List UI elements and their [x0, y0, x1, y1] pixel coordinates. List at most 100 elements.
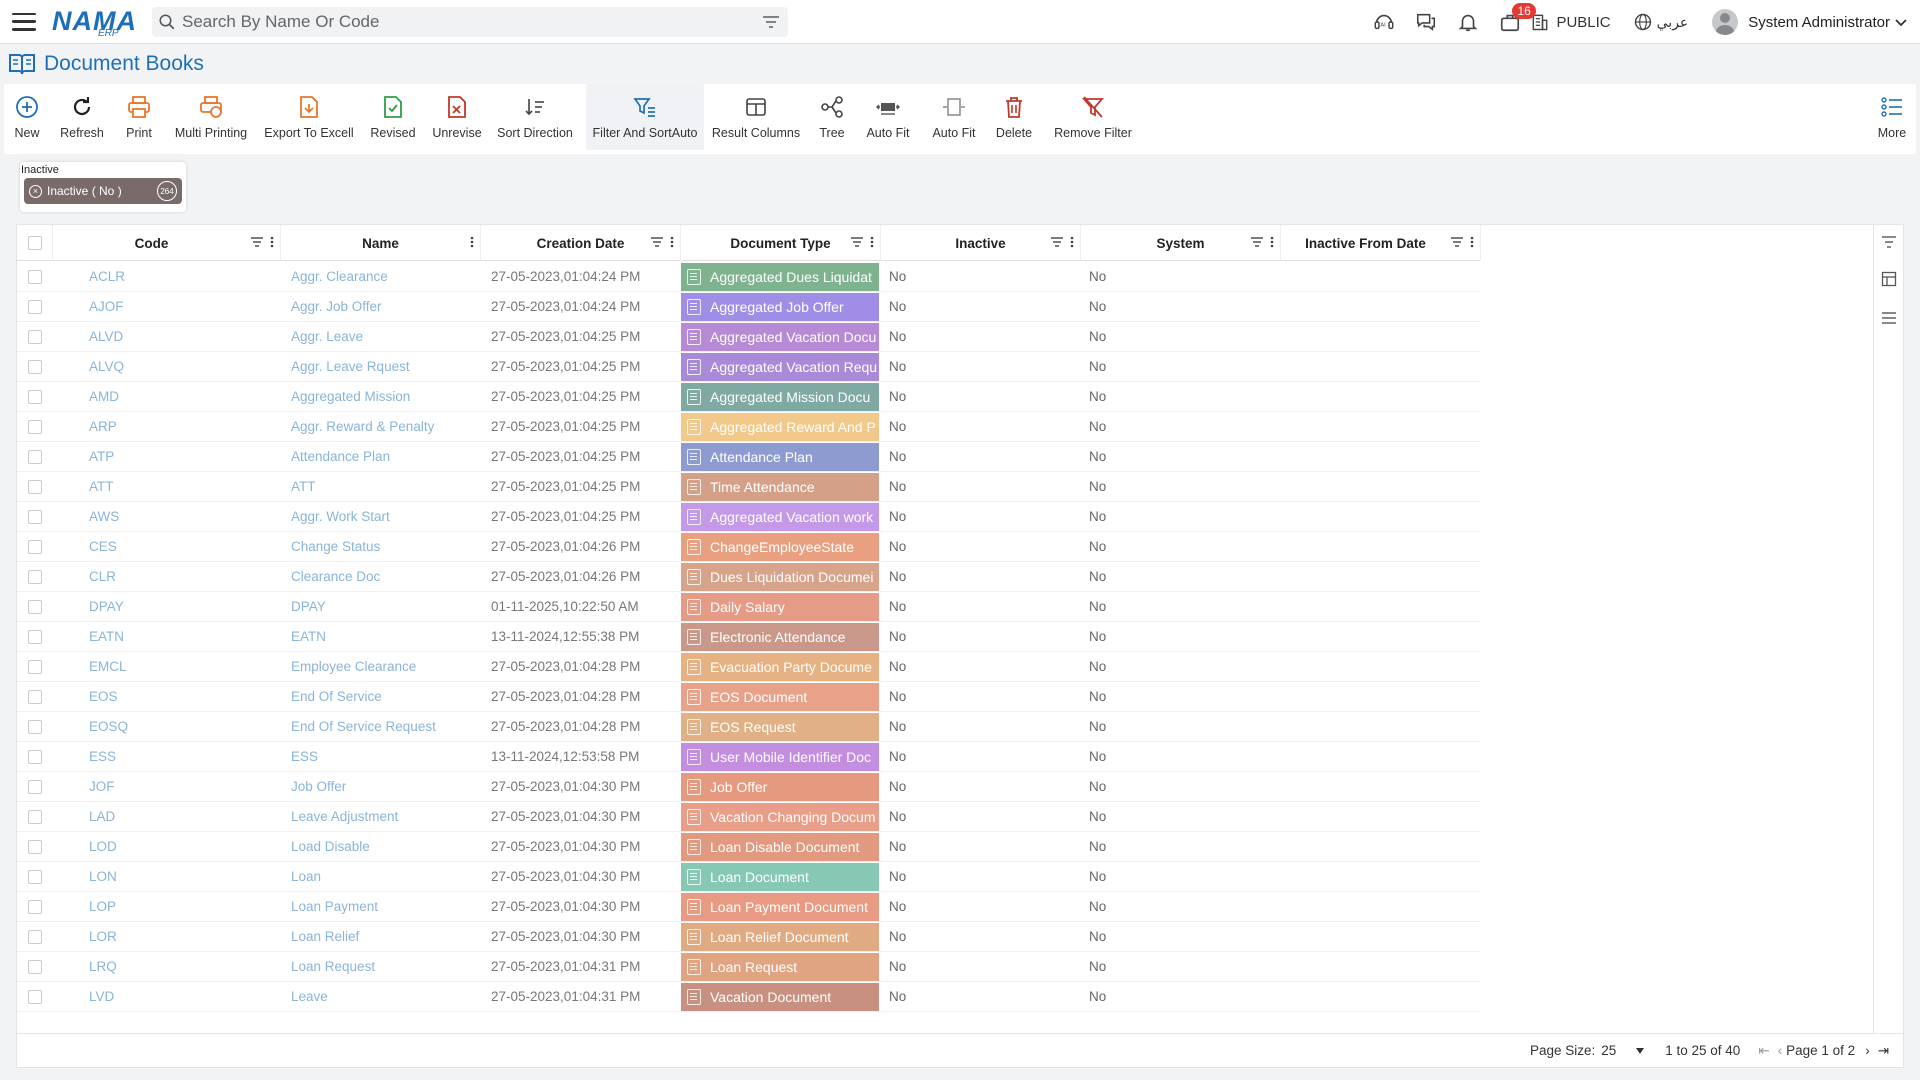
table-row[interactable]: EOSQ End Of Service Request 27-05-2023,01:…	[17, 712, 1481, 742]
row-checkbox[interactable]	[28, 329, 42, 344]
code-cell[interactable]: JOF	[53, 772, 281, 802]
code-cell[interactable]: EOSQ	[53, 712, 281, 742]
column-filter-icon[interactable]	[850, 236, 864, 248]
row-checkbox[interactable]	[28, 359, 42, 374]
row-checkbox[interactable]	[28, 719, 42, 734]
document-type-cell[interactable]: Loan Request	[681, 952, 881, 982]
document-type-cell[interactable]: Evacuation Party Docume	[681, 652, 881, 682]
row-checkbox[interactable]	[28, 749, 42, 764]
row-checkbox[interactable]	[28, 509, 42, 524]
row-checkbox[interactable]	[28, 539, 42, 554]
more-button[interactable]: More	[1872, 84, 1912, 150]
table-row[interactable]: LOP Loan Payment 27-05-2023,01:04:30 PM Loa…	[17, 892, 1481, 922]
last-page-icon[interactable]: ⇥	[1878, 1043, 1889, 1059]
code-cell[interactable]: ACLR	[53, 262, 281, 292]
code-cell[interactable]: LOR	[53, 922, 281, 952]
code-cell[interactable]: AJOF	[53, 292, 281, 322]
name-cell[interactable]: Attendance Plan	[281, 442, 481, 472]
search-input[interactable]	[182, 11, 742, 32]
code-cell[interactable]: ATT	[53, 472, 281, 502]
name-cell[interactable]: Job Offer	[281, 772, 481, 802]
table-row[interactable]: ALVQ Aggr. Leave Rquest 27-05-2023,01:04:2…	[17, 352, 1481, 382]
document-type-cell[interactable]: Aggregated Job Offer	[681, 292, 881, 322]
table-row[interactable]: AWS Aggr. Work Start 27-05-2023,01:04:25 P…	[17, 502, 1481, 532]
row-checkbox[interactable]	[28, 989, 42, 1004]
document-type-cell[interactable]: Vacation Changing Docum	[681, 802, 881, 832]
document-type-cell[interactable]: Aggregated Vacation Requ	[681, 352, 881, 382]
table-row[interactable]: EOS End Of Service 27-05-2023,01:04:28 PM E…	[17, 682, 1481, 712]
code-cell[interactable]: EMCL	[53, 652, 281, 682]
document-type-cell[interactable]: EOS Document	[681, 682, 881, 712]
ai-assistant-icon[interactable]: AI	[1370, 8, 1398, 36]
nama-erp-logo[interactable]: NAMA ERP	[52, 5, 136, 39]
table-row[interactable]: LRQ Loan Request 27-05-2023,01:04:31 PM Loa…	[17, 952, 1481, 982]
table-row[interactable]: DPAY DPAY 01-11-2025,10:22:50 AM Daily Sala…	[17, 592, 1481, 622]
name-cell[interactable]: Aggr. Work Start	[281, 502, 481, 532]
filter-and-sort-button[interactable]: Filter And SortAuto	[586, 84, 704, 150]
column-menu-icon[interactable]	[870, 236, 874, 248]
table-row[interactable]: CES Change Status 27-05-2023,01:04:26 PM Ch…	[17, 532, 1481, 562]
document-type-cell[interactable]: Job Offer	[681, 772, 881, 802]
column-menu-icon[interactable]	[1470, 236, 1474, 248]
column-header-system[interactable]: System	[1081, 225, 1281, 261]
code-cell[interactable]: ESS	[53, 742, 281, 772]
column-header-document-type[interactable]: Document Type	[681, 225, 881, 261]
row-checkbox[interactable]	[28, 299, 42, 314]
column-menu-icon[interactable]	[1270, 236, 1274, 248]
row-checkbox[interactable]	[28, 899, 42, 914]
table-row[interactable]: JOF Job Offer 27-05-2023,01:04:30 PM Job Of…	[17, 772, 1481, 802]
name-cell[interactable]: End Of Service	[281, 682, 481, 712]
new-button[interactable]: New	[6, 84, 48, 150]
document-type-cell[interactable]: Loan Relief Document	[681, 922, 881, 952]
name-cell[interactable]: Leave	[281, 982, 481, 1012]
table-row[interactable]: LOR Loan Relief 27-05-2023,01:04:30 PM Loan…	[17, 922, 1481, 952]
name-cell[interactable]: Load Disable	[281, 832, 481, 862]
refresh-button[interactable]: Refresh	[54, 84, 110, 150]
print-button[interactable]: Print	[118, 84, 160, 150]
code-cell[interactable]: CES	[53, 532, 281, 562]
name-cell[interactable]: Employee Clearance	[281, 652, 481, 682]
name-cell[interactable]: EATN	[281, 622, 481, 652]
document-type-cell[interactable]: User Mobile Identifier Doc	[681, 742, 881, 772]
name-cell[interactable]: Aggr. Leave	[281, 322, 481, 352]
name-cell[interactable]: Aggr. Leave Rquest	[281, 352, 481, 382]
table-row[interactable]: ESS ESS 13-11-2024,12:53:58 PM User Mobile …	[17, 742, 1481, 772]
document-type-cell[interactable]: Loan Document	[681, 862, 881, 892]
first-page-icon[interactable]: ⇤	[1758, 1043, 1769, 1059]
code-cell[interactable]: ARP	[53, 412, 281, 442]
table-row[interactable]: ALVD Aggr. Leave 27-05-2023,01:04:25 PM Agg…	[17, 322, 1481, 352]
table-row[interactable]: ACLR Aggr. Clearance 27-05-2023,01:04:24 P…	[17, 262, 1481, 292]
code-cell[interactable]: LVD	[53, 982, 281, 1012]
name-cell[interactable]: Leave Adjustment	[281, 802, 481, 832]
code-cell[interactable]: LOP	[53, 892, 281, 922]
next-page-icon[interactable]: ›	[1865, 1043, 1870, 1058]
remove-chip-icon[interactable]: ×	[29, 184, 42, 198]
code-cell[interactable]: DPAY	[53, 592, 281, 622]
document-type-cell[interactable]: EOS Request	[681, 712, 881, 742]
table-row[interactable]: CLR Clearance Doc 27-05-2023,01:04:26 PM Du…	[17, 562, 1481, 592]
document-type-cell[interactable]: Time Attendance	[681, 472, 881, 502]
user-menu[interactable]: System Administrator	[1712, 9, 1908, 35]
table-row[interactable]: LAD Leave Adjustment 27-05-2023,01:04:30 P…	[17, 802, 1481, 832]
document-type-cell[interactable]: ChangeEmployeeState	[681, 532, 881, 562]
row-checkbox[interactable]	[28, 389, 42, 404]
filter-chip-inactive[interactable]: × Inactive ( No ) 264	[24, 178, 182, 204]
name-cell[interactable]: ATT	[281, 472, 481, 502]
page-size-select[interactable]: 25	[1601, 1043, 1645, 1058]
code-cell[interactable]: AWS	[53, 502, 281, 532]
name-cell[interactable]: Loan Payment	[281, 892, 481, 922]
document-type-cell[interactable]: Aggregated Vacation work	[681, 502, 881, 532]
document-type-cell[interactable]: Loan Payment Document	[681, 892, 881, 922]
revised-button[interactable]: Revised	[368, 84, 418, 150]
table-row[interactable]: ARP Aggr. Reward & Penalty 27-05-2023,01:0…	[17, 412, 1481, 442]
name-cell[interactable]: End Of Service Request	[281, 712, 481, 742]
table-row[interactable]: EATN EATN 13-11-2024,12:55:38 PM Electronic…	[17, 622, 1481, 652]
code-cell[interactable]: CLR	[53, 562, 281, 592]
column-header-creation-date[interactable]: Creation Date	[481, 225, 681, 261]
name-cell[interactable]: Aggr. Reward & Penalty	[281, 412, 481, 442]
code-cell[interactable]: LRQ	[53, 952, 281, 982]
row-checkbox[interactable]	[28, 959, 42, 974]
table-row[interactable]: LOD Load Disable 27-05-2023,01:04:30 PM Loa…	[17, 832, 1481, 862]
unrevise-button[interactable]: Unrevise	[430, 84, 484, 150]
menu-icon[interactable]	[12, 12, 36, 31]
